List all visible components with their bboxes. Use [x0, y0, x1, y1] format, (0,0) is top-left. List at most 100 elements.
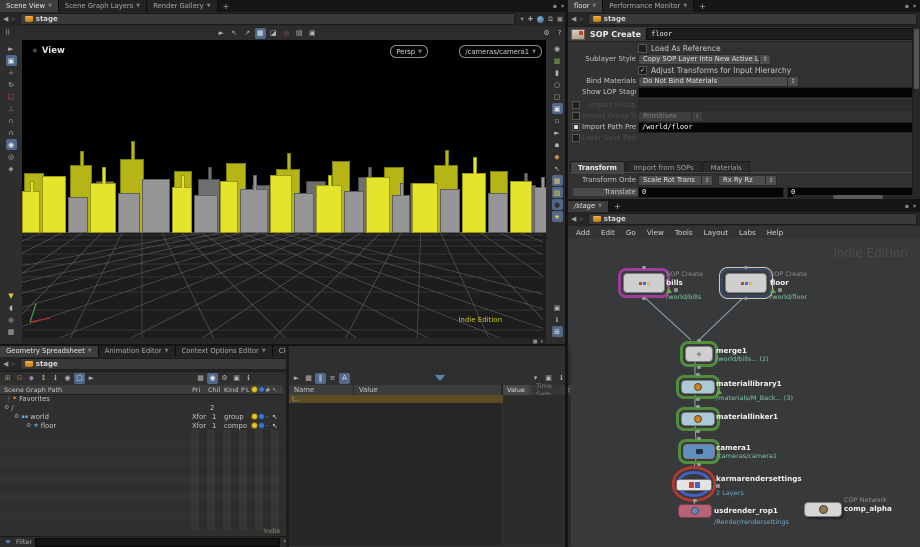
selection-highlight-icon[interactable]: ▨: [552, 187, 563, 198]
toolbar-drag-handle-icon[interactable]: ⠿: [2, 28, 13, 39]
secure-selection-icon[interactable]: ▣: [6, 55, 17, 66]
sliders-icon[interactable]: ↕: [38, 373, 49, 384]
materials-icon[interactable]: ◆: [552, 151, 563, 162]
import-group-type-dropdown[interactable]: Primitives: [638, 111, 692, 122]
tab-geometry-spreadsheet[interactable]: Geometry Spreadsheet▼: [0, 345, 99, 357]
visibility-toggle[interactable]: [258, 412, 265, 421]
import-group-toggle[interactable]: [572, 101, 580, 109]
pane-menu-icon[interactable]: ▾: [913, 203, 916, 210]
settings-gear-icon[interactable]: ⚙: [219, 373, 230, 384]
show-lop-stage-field[interactable]: [638, 87, 915, 98]
select-objects-icon[interactable]: ►: [216, 28, 227, 39]
link-indicator-icon[interactable]: [537, 16, 544, 23]
snap-grid-icon[interactable]: ▦: [255, 28, 266, 39]
node-materiallinker1[interactable]: [676, 407, 720, 431]
node-camera1[interactable]: [678, 439, 720, 464]
tab-scene-graph-layers[interactable]: Scene Graph Layers▼: [59, 0, 147, 12]
col-value[interactable]: Value: [359, 385, 378, 394]
snapshot-frame-icon[interactable]: ▣: [552, 302, 563, 313]
back-arrow-icon[interactable]: ◀: [3, 16, 8, 23]
node-output-port[interactable]: [697, 366, 701, 369]
select-visible-icon[interactable]: ►: [552, 127, 563, 138]
node-floor[interactable]: [720, 268, 772, 298]
col-lamp-icon[interactable]: [251, 385, 258, 394]
import-group-type-toggle[interactable]: [572, 112, 580, 120]
points-icon[interactable]: ▪: [552, 139, 563, 150]
menu-help[interactable]: Help: [767, 228, 783, 237]
handles-icon[interactable]: ↗: [242, 28, 253, 39]
flipbook-camera-icon[interactable]: ▦: [6, 326, 17, 337]
display-flag-icon[interactable]: [716, 389, 722, 394]
node-input-port[interactable]: [697, 339, 701, 342]
tab-context-options-editor[interactable]: Context Options Editor▼: [176, 345, 273, 357]
select-tool-icon[interactable]: ►: [6, 43, 17, 54]
node-output-port[interactable]: [744, 297, 748, 300]
sun-gear-icon[interactable]: ◉: [207, 373, 218, 384]
lock-icon[interactable]: ▮: [552, 67, 563, 78]
node-input-port[interactable]: [696, 373, 700, 376]
pointer-cell-icon[interactable]: ↖: [272, 421, 278, 430]
node-body[interactable]: [681, 412, 715, 426]
new-tab-button[interactable]: +: [218, 0, 235, 12]
node-input-port[interactable]: [697, 437, 701, 440]
back-arrow-icon[interactable]: ◀: [3, 361, 8, 368]
lock-flag-icon[interactable]: [674, 288, 678, 292]
pane-menu-icon[interactable]: ▾: [913, 3, 916, 10]
col-kind[interactable]: Kind: [224, 385, 238, 394]
pane-maximize-icon[interactable]: ▪: [553, 3, 557, 10]
vertical-pane-divider[interactable]: [565, 0, 568, 547]
import-path-prefix-toggle[interactable]: [572, 123, 580, 131]
add-prim-icon[interactable]: ⊞: [2, 373, 13, 384]
network-canvas[interactable]: Indie Edition SOP Create bills: [568, 238, 920, 547]
node-body[interactable]: [725, 273, 767, 293]
dropdown-spinner-icon[interactable]: ↕: [692, 111, 703, 122]
view-flag-icon[interactable]: ✳: [32, 47, 38, 55]
node-output-port[interactable]: [696, 430, 700, 433]
character-icon[interactable]: ▣: [552, 103, 563, 114]
remove-prim-icon[interactable]: ⊟: [14, 373, 25, 384]
tab-render-gallery[interactable]: Render Gallery▼: [147, 0, 217, 12]
camera-icon[interactable]: ▣: [231, 373, 242, 384]
scale-tool-icon[interactable]: ◱: [6, 91, 17, 102]
side-tab-value[interactable]: Value: [503, 385, 529, 395]
menu-layout[interactable]: Layout: [704, 228, 728, 237]
display-flag-icon[interactable]: [666, 288, 672, 293]
node-comp-alpha[interactable]: [804, 502, 842, 517]
tab-performance-monitor[interactable]: Performance Monitor▼: [603, 0, 694, 12]
tree-row-favorites[interactable]: ├✦Favorites: [0, 394, 283, 403]
ghost-icon[interactable]: ◖: [6, 302, 17, 313]
snapshot-icon[interactable]: ▣: [307, 28, 318, 39]
dropdown-spinner-icon[interactable]: ↕: [766, 175, 777, 186]
display-flag-icon[interactable]: [770, 288, 776, 293]
menu-edit[interactable]: Edit: [601, 228, 615, 237]
col-chil[interactable]: Chil: [208, 385, 220, 394]
menu-go[interactable]: Go: [626, 228, 636, 237]
translate-tool-icon[interactable]: +: [6, 67, 17, 78]
row-view-icon[interactable]: ≡: [327, 373, 338, 384]
translate-x-field[interactable]: 0: [638, 187, 784, 198]
back-arrow-icon[interactable]: ◀: [571, 216, 576, 223]
new-tab-button[interactable]: +: [609, 200, 626, 212]
lamp-toggle[interactable]: [251, 421, 258, 430]
sublayer-style-dropdown[interactable]: Copy SOP Layer Into New Active Layer: [638, 54, 760, 65]
shadow-display-icon[interactable]: ●: [552, 199, 563, 210]
pointer-icon[interactable]: ↖: [552, 163, 563, 174]
dropdown-spinner-icon[interactable]: ↕: [760, 54, 771, 65]
col-pri[interactable]: Pri: [192, 385, 200, 394]
dropdown-spinner-icon[interactable]: ↕: [788, 76, 799, 87]
orbit-tool-icon[interactable]: ◎: [6, 151, 17, 162]
star-display-icon[interactable]: ★: [552, 211, 563, 222]
node-merge1[interactable]: ◈: [680, 341, 718, 367]
node-body[interactable]: [683, 444, 715, 459]
node-input-port[interactable]: [744, 266, 748, 269]
lamp-icon[interactable]: ▼: [6, 290, 17, 301]
help-icon[interactable]: ℹ: [243, 373, 254, 384]
col-name[interactable]: Name: [294, 385, 314, 394]
tab-stage[interactable]: /stage▼: [568, 200, 609, 212]
list-view-icon[interactable]: ►: [291, 373, 302, 384]
dropdown-spinner-icon[interactable]: ↕: [702, 175, 713, 186]
display-options-gear-icon[interactable]: ⚙: [541, 28, 552, 39]
pane-split-icon[interactable]: ▣: [557, 15, 563, 23]
tab-animation-editor[interactable]: Animation Editor▼: [99, 345, 176, 357]
layout-link-icon[interactable]: ⧉: [548, 15, 553, 24]
